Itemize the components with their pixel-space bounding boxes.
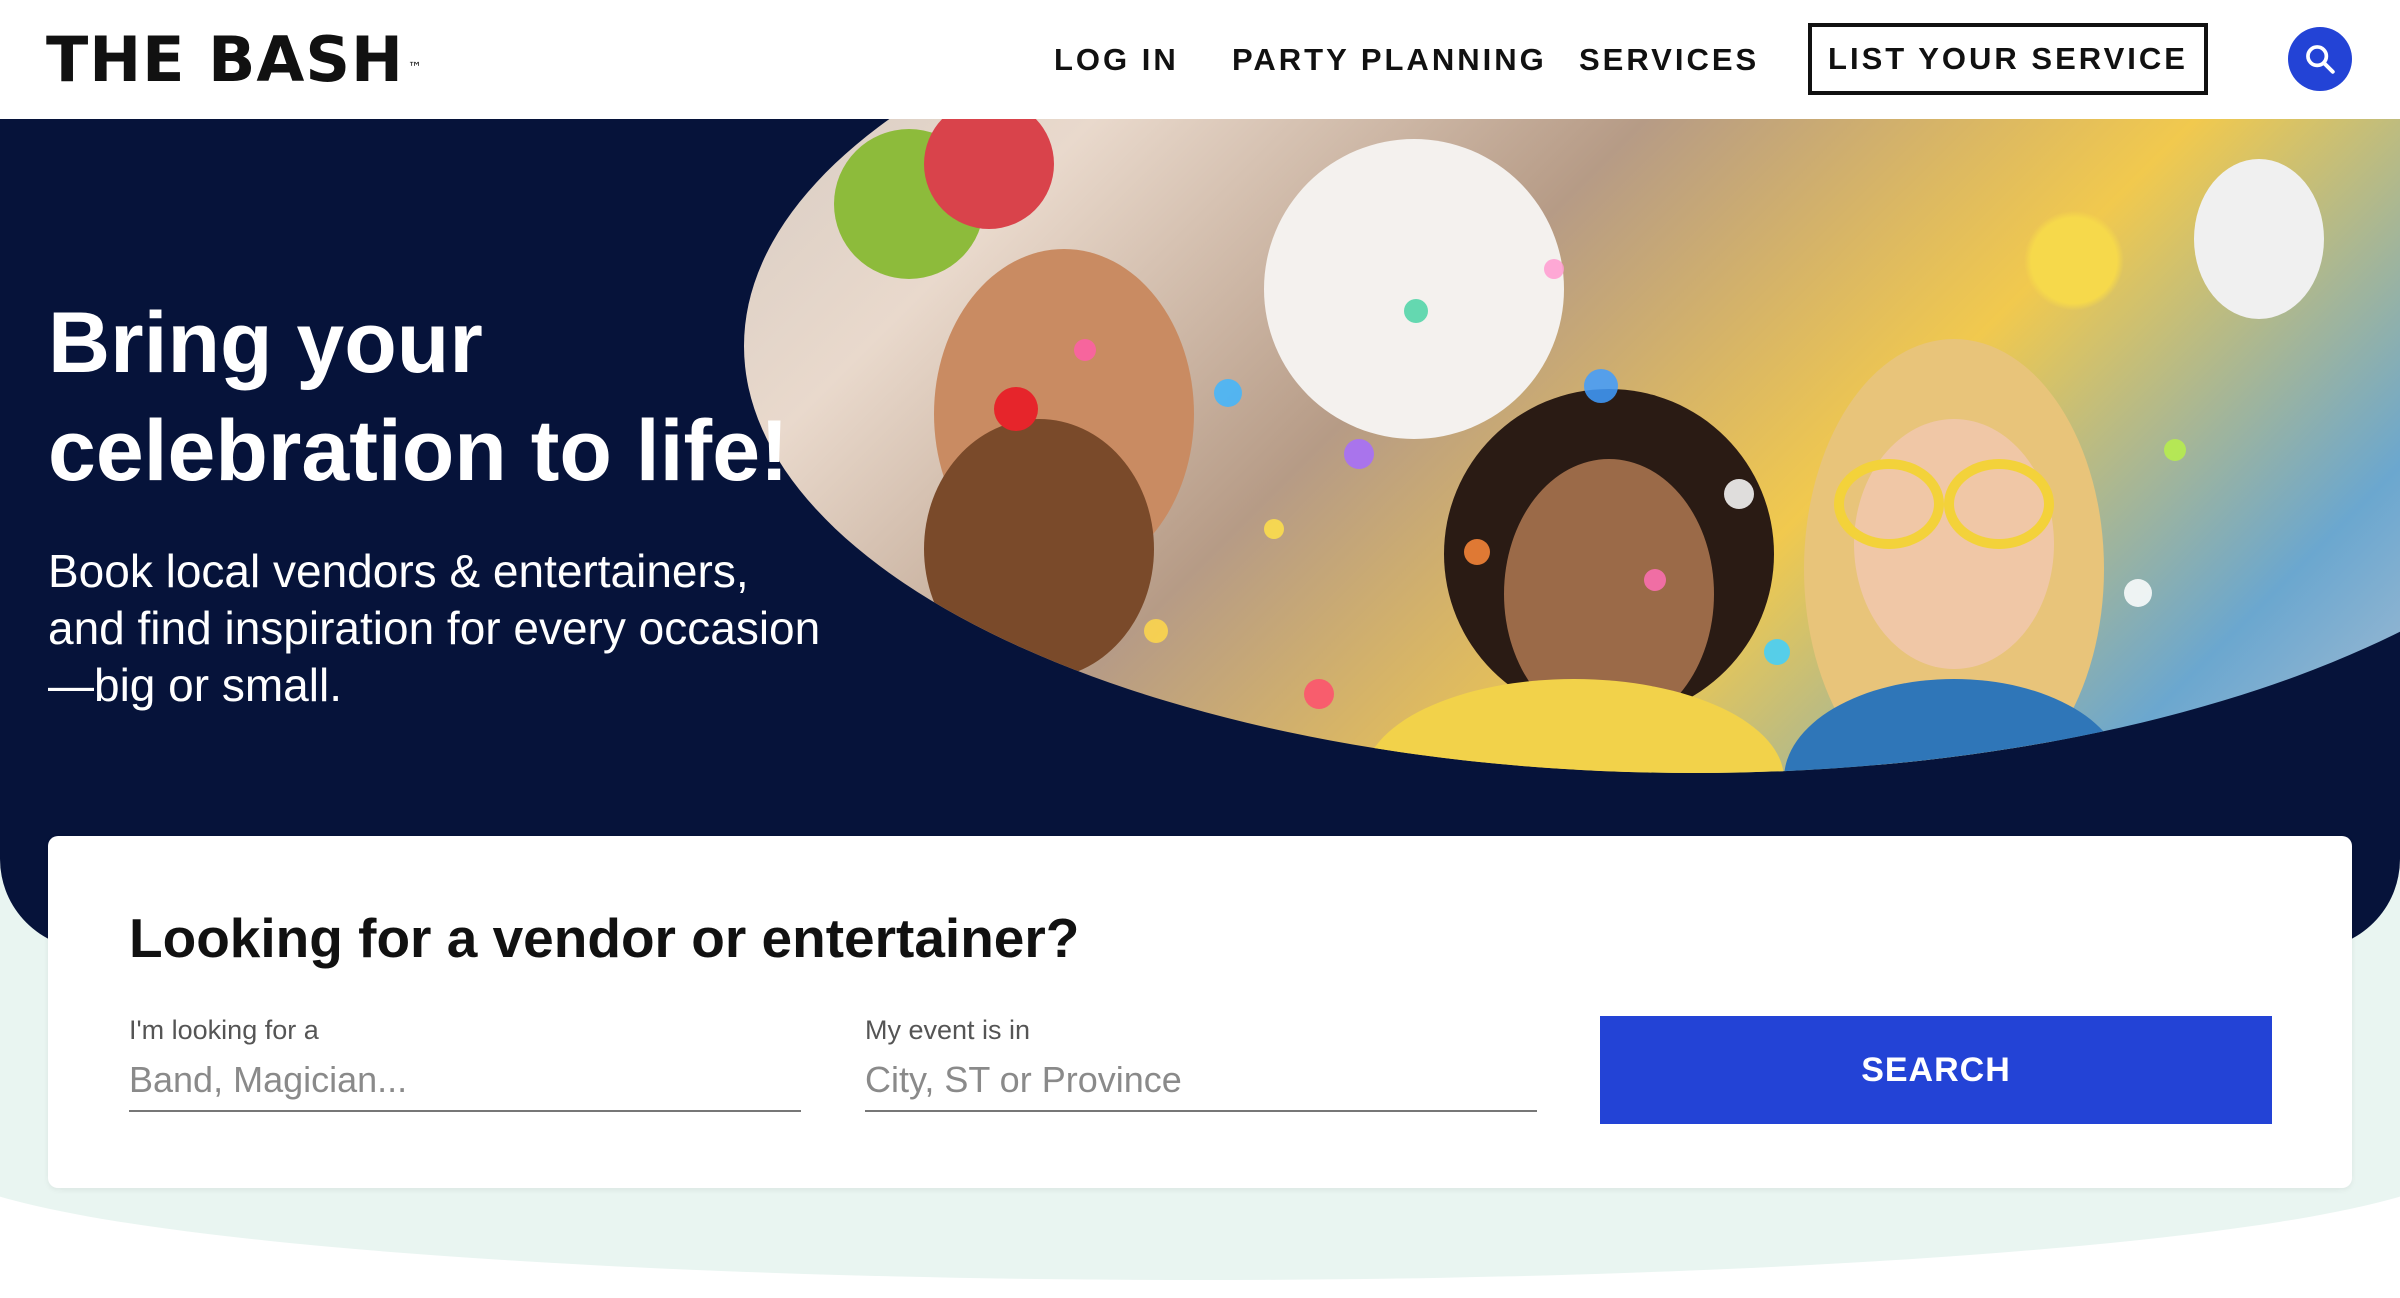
confetti bbox=[1764, 639, 1790, 665]
search-button[interactable]: SEARCH bbox=[1600, 1016, 2272, 1124]
service-search-input[interactable] bbox=[129, 1060, 801, 1112]
search-icon bbox=[2306, 45, 2335, 74]
person-man-beard bbox=[924, 419, 1154, 679]
sunglasses-right bbox=[1944, 459, 2054, 549]
confetti bbox=[1344, 439, 1374, 469]
location-field-label: My event is in bbox=[865, 1015, 1031, 1045]
person-yellow-shirt bbox=[1364, 679, 1784, 773]
confetti bbox=[1404, 299, 1428, 323]
confetti bbox=[1644, 569, 1666, 591]
service-field-label: I'm looking for a bbox=[129, 1015, 319, 1045]
nav-login[interactable]: LOG IN bbox=[1054, 42, 1179, 78]
confetti bbox=[1264, 519, 1284, 539]
confetti bbox=[1144, 619, 1168, 643]
confetti bbox=[1304, 679, 1334, 709]
hero-title-line-2: celebration to life! bbox=[48, 403, 789, 499]
confetti bbox=[2124, 579, 2152, 607]
logo-text: THE BASH bbox=[46, 23, 404, 96]
sunglasses-left bbox=[1834, 459, 1944, 549]
hero-banner: Bring your celebration to life! Book loc… bbox=[0, 119, 2400, 949]
balloon-white bbox=[2194, 159, 2324, 319]
list-your-service-button[interactable]: LIST YOUR SERVICE bbox=[1808, 23, 2208, 95]
confetti bbox=[1214, 379, 1242, 407]
site-header: THE BASH ™ LOG IN PARTY PLANNING SERVICES… bbox=[0, 0, 2400, 119]
search-card-title: Looking for a vendor or entertainer? bbox=[129, 907, 1080, 969]
trademark: ™ bbox=[407, 60, 423, 76]
confetti bbox=[1464, 539, 1490, 565]
nav-services[interactable]: SERVICES bbox=[1579, 42, 1759, 78]
person-white-shirt bbox=[1264, 139, 1564, 439]
nav-party-planning[interactable]: PARTY PLANNING bbox=[1232, 42, 1547, 78]
confetti bbox=[1074, 339, 1096, 361]
hero-subtitle-line-2: and find inspiration for every occasion bbox=[48, 602, 821, 654]
vendor-search-card: Looking for a vendor or entertainer? I'm… bbox=[48, 836, 2352, 1188]
hero-title-line-1: Bring your bbox=[48, 295, 483, 391]
hero-subtitle: Book local vendors & entertainers, and f… bbox=[48, 543, 948, 714]
hero-subtitle-line-3: —big or small. bbox=[48, 659, 342, 711]
logo[interactable]: THE BASH ™ bbox=[46, 28, 423, 92]
hero-title: Bring your celebration to life! bbox=[48, 289, 948, 505]
location-field-group: My event is in bbox=[865, 1014, 1537, 1112]
confetti bbox=[1584, 369, 1618, 403]
header-search-button[interactable] bbox=[2288, 27, 2352, 91]
clown-nose bbox=[994, 387, 1038, 431]
confetti bbox=[1724, 479, 1754, 509]
hero-party-photo bbox=[744, 119, 2400, 773]
location-search-input[interactable] bbox=[865, 1060, 1537, 1112]
service-field-group: I'm looking for a bbox=[129, 1014, 801, 1112]
confetti bbox=[1544, 259, 1564, 279]
hero-subtitle-line-1: Book local vendors & entertainers, bbox=[48, 545, 749, 597]
confetti bbox=[2164, 439, 2186, 461]
